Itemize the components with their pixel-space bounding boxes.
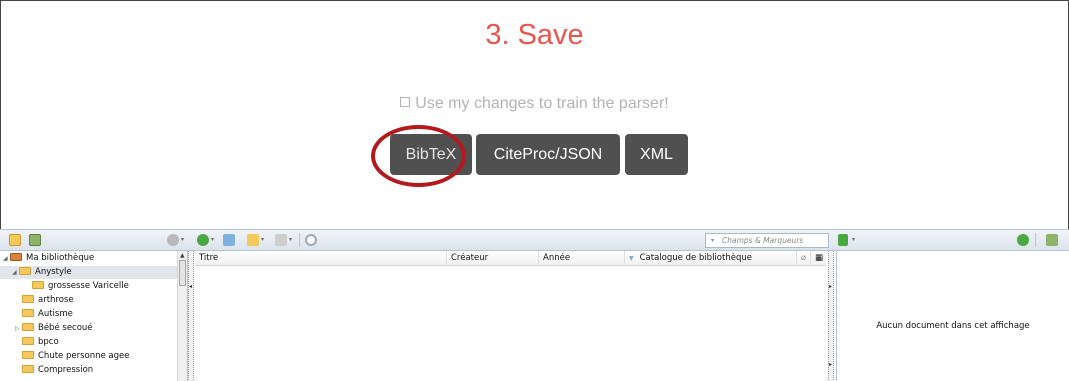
collection-bebe-secoue[interactable]: ▷ Bébé secoué: [15, 322, 93, 335]
folder-icon: [22, 337, 34, 345]
attachment-dropdown-icon[interactable]: ▾: [289, 236, 292, 243]
new-note-dropdown-icon[interactable]: ▾: [261, 236, 264, 243]
zotero-pane: ▾ ▾ ▾ ▾ ▾ Champs & Marqueurs ▾ ◢ Ma biblio…: [0, 229, 1069, 381]
items-table-header: Titre Créateur Année ▼ Catalogue de bibli…: [195, 251, 826, 266]
bibtex-button[interactable]: BibTeX: [390, 134, 472, 175]
sync-icon[interactable]: [1017, 234, 1029, 246]
collection-bpco[interactable]: bpco: [22, 336, 59, 349]
collection-label: arthrose: [38, 295, 74, 305]
collapse-left-icon[interactable]: ◂: [189, 283, 192, 290]
new-group-icon[interactable]: [29, 234, 41, 246]
items-splitter[interactable]: ▸ ▸: [828, 251, 834, 381]
collection-label: Bébé secoué: [38, 323, 93, 333]
sort-descending-icon: ▼: [629, 255, 634, 262]
add-by-identifier-icon[interactable]: [223, 234, 235, 246]
save-panel: 3. Save Use my changes to train the pars…: [0, 0, 1069, 229]
search-input[interactable]: ▾ Champs & Marqueurs: [705, 233, 829, 248]
collection-label: Ma bibliothèque: [26, 253, 95, 263]
folder-icon: [22, 351, 34, 359]
citeproc-json-button[interactable]: CiteProc/JSON: [476, 134, 620, 175]
folder-icon: [22, 309, 34, 317]
collection-label: Anystyle: [35, 267, 72, 277]
column-catalog-label: Catalogue de bibliothèque: [639, 253, 752, 263]
column-picker-icon[interactable]: ▦: [811, 251, 826, 266]
collection-compression[interactable]: Compression: [22, 364, 93, 377]
new-item-icon[interactable]: [197, 234, 209, 246]
train-parser-checkbox[interactable]: [400, 97, 411, 107]
zotero-toolbar: ▾ ▾ ▾ ▾ ▾ Champs & Marqueurs ▾: [0, 230, 1069, 251]
collapse-icon[interactable]: ◢: [3, 252, 10, 265]
collection-chute-personne-agee[interactable]: Chute personne agee: [22, 350, 130, 363]
train-parser-option[interactable]: Use my changes to train the parser!: [1, 95, 1068, 113]
scroll-up-icon[interactable]: ▲: [180, 252, 185, 259]
collection-arthrose[interactable]: arthrose: [22, 294, 74, 307]
search-placeholder: Champs & Marqueurs: [722, 236, 804, 245]
collections-scrollbar[interactable]: ▲: [177, 251, 187, 381]
collection-autisme[interactable]: Autisme: [22, 308, 73, 321]
xml-button[interactable]: XML: [625, 134, 688, 175]
collapse-right-icon[interactable]: ▸: [829, 283, 832, 290]
attachment-column-icon[interactable]: ⌀: [797, 251, 811, 266]
collection-anystyle[interactable]: ◢ Anystyle: [0, 266, 178, 279]
search-mode-dropdown-icon[interactable]: ▾: [711, 234, 714, 247]
folder-icon: [22, 365, 34, 373]
scrollbar-thumb[interactable]: [179, 260, 186, 286]
collection-label: Compression: [38, 365, 94, 375]
column-year[interactable]: Année: [539, 251, 625, 266]
folder-icon: [32, 281, 44, 289]
advanced-search-icon[interactable]: [305, 234, 317, 246]
save-step-title: 3. Save: [485, 19, 584, 51]
items-pane: Titre Créateur Année ▼ Catalogue de bibli…: [195, 251, 826, 381]
collection-label: grossesse Varicelle: [48, 281, 129, 291]
collections-pane: ◢ Ma bibliothèque ◢ Anystyle grossesse Var…: [0, 251, 188, 381]
column-creator[interactable]: Créateur: [447, 251, 539, 266]
collapse-right-icon[interactable]: ▸: [829, 361, 832, 368]
attachment-icon[interactable]: [275, 234, 287, 246]
empty-view-message: Aucun document dans cet affichage: [876, 321, 1030, 331]
collection-grossesse-varicelle[interactable]: grossesse Varicelle: [32, 280, 129, 293]
expand-icon[interactable]: ▷: [15, 322, 22, 335]
collapse-icon[interactable]: ◢: [12, 266, 19, 279]
new-collection-icon[interactable]: [9, 234, 21, 246]
new-note-icon[interactable]: [247, 234, 259, 246]
folder-icon: [22, 295, 34, 303]
library-icon: [10, 253, 22, 261]
column-catalog[interactable]: ▼ Catalogue de bibliothèque: [625, 251, 797, 266]
locate-dropdown-icon[interactable]: ▾: [852, 236, 855, 243]
collection-label: Autisme: [38, 309, 73, 319]
gear-dropdown-icon[interactable]: ▾: [181, 236, 184, 243]
gear-icon[interactable]: [167, 234, 179, 246]
folder-icon: [19, 267, 31, 275]
train-parser-label: Use my changes to train the parser!: [415, 95, 669, 112]
collection-my-library[interactable]: ◢ Ma bibliothèque: [3, 252, 94, 265]
new-item-dropdown-icon[interactable]: ▾: [211, 236, 214, 243]
collections-splitter[interactable]: ◂: [188, 251, 194, 381]
folder-icon: [22, 323, 34, 331]
item-detail-pane: Aucun document dans cet affichage: [836, 251, 1069, 381]
locate-icon[interactable]: [838, 234, 848, 246]
fullscreen-icon[interactable]: [1046, 234, 1058, 246]
collection-label: bpco: [38, 337, 59, 347]
collection-label: Chute personne agee: [38, 351, 130, 361]
column-title[interactable]: Titre: [195, 251, 447, 266]
